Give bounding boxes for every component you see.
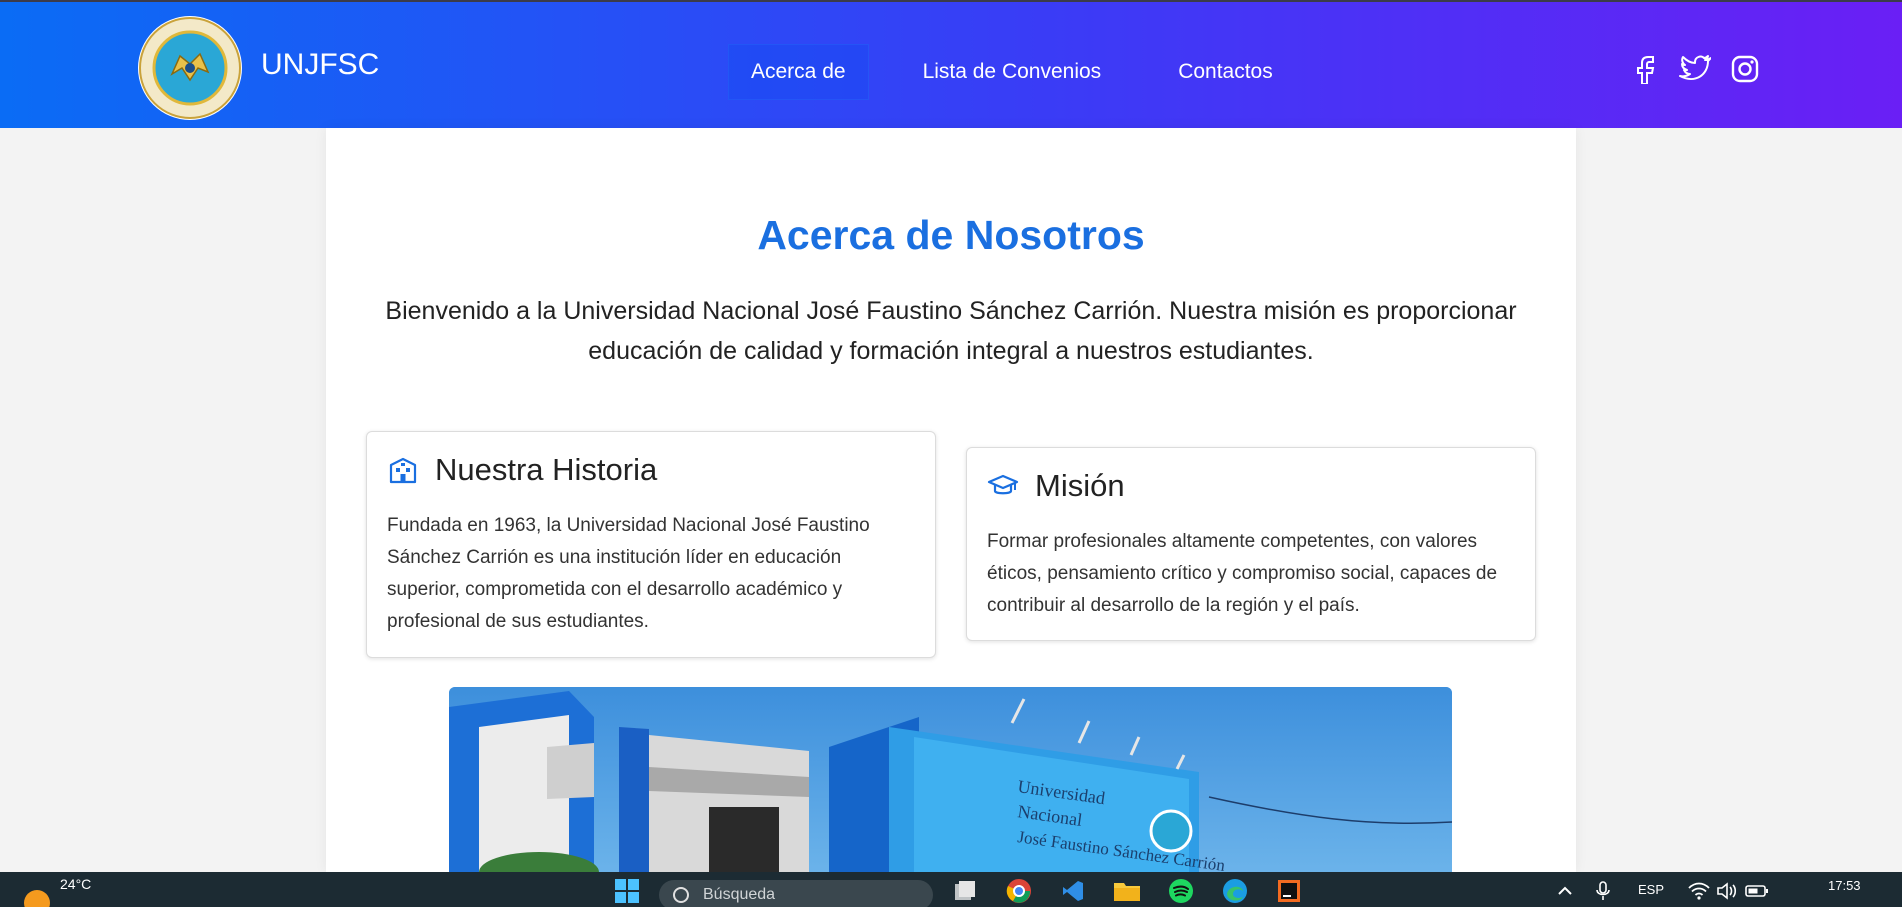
microphone-icon[interactable] xyxy=(1588,877,1618,905)
volume-icon[interactable] xyxy=(1712,877,1742,905)
mission-title: Misión xyxy=(1035,468,1125,503)
social-links xyxy=(1628,52,1778,86)
nav-contactos[interactable]: Contactos xyxy=(1155,44,1296,100)
sun-icon xyxy=(24,890,50,907)
mission-text: Formar profesionales altamente competent… xyxy=(987,531,1498,616)
main-nav: Acerca de Lista de Convenios Contactos xyxy=(728,44,1296,100)
university-logo xyxy=(138,16,242,120)
file-explorer-icon[interactable] xyxy=(1112,877,1142,905)
mission-card: Misión Formar profesionales altamente co… xyxy=(966,447,1536,641)
clock-time[interactable]: 17:53 xyxy=(1828,878,1861,893)
search-icon xyxy=(673,887,689,903)
edge-icon[interactable] xyxy=(1220,877,1250,905)
task-view-icon[interactable] xyxy=(950,877,980,905)
brand-name: UNJFSC xyxy=(261,48,380,81)
chrome-icon[interactable] xyxy=(1004,877,1034,905)
facebook-icon[interactable] xyxy=(1628,52,1662,86)
history-title: Nuestra Historia xyxy=(435,452,658,487)
intellij-icon[interactable] xyxy=(1274,877,1304,905)
building-icon xyxy=(387,454,419,486)
page-title: Acerca de Nosotros xyxy=(757,212,1145,258)
spotify-icon[interactable] xyxy=(1166,877,1196,905)
nav-acerca-de[interactable]: Acerca de xyxy=(728,44,869,100)
start-icon[interactable] xyxy=(612,877,642,905)
twitter-icon[interactable] xyxy=(1678,52,1712,86)
intro-text: Bienvenido a la Universidad Nacional Jos… xyxy=(385,297,1517,365)
vscode-icon[interactable] xyxy=(1058,877,1088,905)
battery-icon[interactable] xyxy=(1742,877,1772,905)
brand[interactable]: UNJFSC xyxy=(138,16,379,120)
weather-widget[interactable]: 24°C xyxy=(24,876,91,907)
nav-lista-convenios[interactable]: Lista de Convenios xyxy=(900,44,1125,100)
language-indicator[interactable]: ESP xyxy=(1638,882,1664,897)
history-card: Nuestra Historia Fundada en 1963, la Uni… xyxy=(366,431,936,658)
wifi-icon[interactable] xyxy=(1684,877,1714,905)
campus-photo: Universidad Nacional José Faustino Sánch… xyxy=(449,687,1452,872)
history-text: Fundada en 1963, la Universidad Nacional… xyxy=(387,515,870,632)
navbar: UNJFSC Acerca de Lista de Convenios Cont… xyxy=(0,0,1902,128)
instagram-icon[interactable] xyxy=(1728,52,1762,86)
chevron-up-icon[interactable] xyxy=(1550,877,1580,905)
taskbar-search[interactable]: Búsqueda xyxy=(659,880,933,907)
search-placeholder: Búsqueda xyxy=(703,886,776,903)
graduation-cap-icon xyxy=(987,470,1019,502)
taskbar: 24°C Búsqueda ESP 17:53 xyxy=(0,872,1902,907)
temperature: 24°C xyxy=(60,876,92,892)
